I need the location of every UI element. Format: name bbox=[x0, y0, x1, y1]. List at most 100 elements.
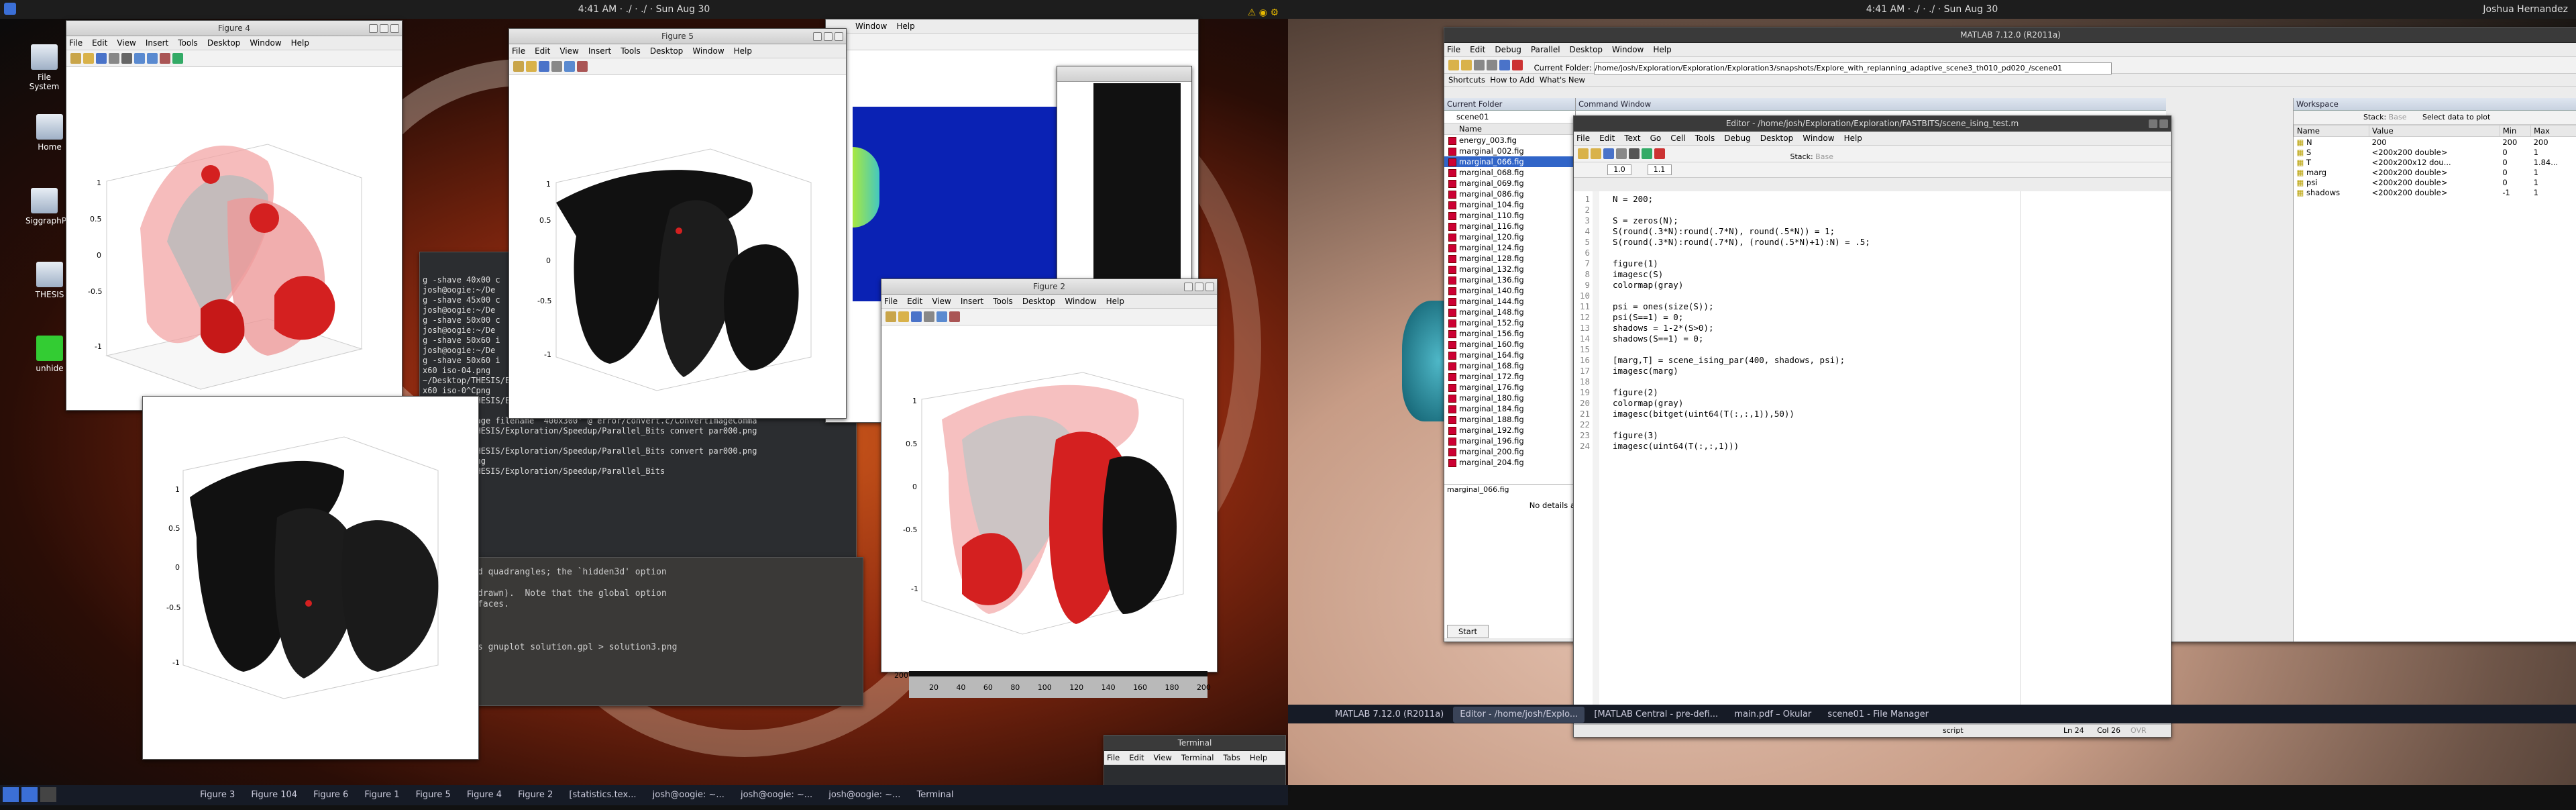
code-line[interactable]: [marg,T] = scene_ising_par(400, shadows,… bbox=[1613, 355, 1870, 366]
workspace-3[interactable] bbox=[40, 787, 56, 802]
file-list-item[interactable]: marginal_196.fig bbox=[1444, 436, 1575, 446]
code-line[interactable] bbox=[1613, 344, 1870, 355]
workspace-stack-select[interactable]: Base bbox=[2389, 113, 2407, 121]
zoom-in-icon[interactable] bbox=[936, 311, 947, 322]
new-file-icon[interactable] bbox=[1578, 148, 1589, 159]
figure5-axes[interactable]: 10.50-0.5-1 bbox=[509, 75, 846, 417]
file-list-item[interactable]: marginal_180.fig bbox=[1444, 393, 1575, 403]
file-list-item[interactable]: marginal_002.fig bbox=[1444, 146, 1575, 156]
maximize-button[interactable] bbox=[380, 24, 388, 33]
code-line[interactable]: imagesc(bitget(uint64(T(:,:,1)),50)) bbox=[1613, 409, 1870, 419]
file-list-item[interactable]: marginal_104.fig bbox=[1444, 199, 1575, 210]
start-button[interactable]: Start bbox=[1447, 625, 1489, 638]
new-figure-icon[interactable] bbox=[885, 311, 896, 322]
open-icon[interactable] bbox=[83, 53, 94, 64]
file-list-item[interactable]: marginal_066.fig bbox=[1444, 156, 1575, 167]
file-list[interactable]: energy_003.figmarginal_002.figmarginal_0… bbox=[1444, 135, 1575, 484]
task-figure4[interactable]: Figure 4 bbox=[460, 787, 508, 803]
close-button[interactable] bbox=[390, 24, 399, 33]
code-line[interactable]: psi(S==1) = 0; bbox=[1613, 312, 1870, 323]
print-icon[interactable] bbox=[551, 61, 562, 72]
figure2-window[interactable]: Figure 2 FileEditViewInsertToolsDesktopW… bbox=[881, 279, 1218, 672]
save-icon[interactable] bbox=[539, 61, 549, 72]
save-icon[interactable] bbox=[1603, 148, 1614, 159]
task-terminal-3[interactable]: josh@oogie: ~... bbox=[822, 787, 907, 803]
file-list-item[interactable]: marginal_120.fig bbox=[1444, 232, 1575, 242]
figure3-axes[interactable]: 10.50-0.5-1 bbox=[143, 397, 478, 759]
editor-window[interactable]: Editor - /home/josh/Exploration/Explorat… bbox=[1573, 115, 2171, 738]
file-list-item[interactable]: marginal_110.fig bbox=[1444, 210, 1575, 221]
workspace-row[interactable]: S<200x200 double>01 bbox=[2294, 147, 2576, 157]
code-line[interactable]: S = zeros(N); bbox=[1613, 215, 1870, 226]
task-statistics-tex[interactable]: [statistics.tex... bbox=[562, 787, 643, 803]
code-line[interactable]: figure(1) bbox=[1613, 258, 1870, 269]
desktop-icon-unhide[interactable]: unhide bbox=[31, 336, 68, 373]
print-icon[interactable] bbox=[924, 311, 934, 322]
desktop-icon-home[interactable]: Home bbox=[31, 114, 68, 152]
code-line[interactable]: colormap(gray) bbox=[1613, 280, 1870, 291]
code-line[interactable]: N = 200; bbox=[1613, 194, 1870, 205]
open-icon[interactable] bbox=[1461, 60, 1472, 70]
print-icon[interactable] bbox=[109, 53, 119, 64]
file-list-item[interactable]: marginal_204.fig bbox=[1444, 457, 1575, 468]
close-button[interactable] bbox=[835, 32, 843, 41]
code-line[interactable]: imagesc(uint64(T(:,:,1))) bbox=[1613, 441, 1870, 452]
apps-menu-icon[interactable] bbox=[4, 3, 16, 15]
code-line[interactable]: imagesc(S) bbox=[1613, 269, 1870, 280]
cell-value-b[interactable]: 1.1 bbox=[1648, 164, 1672, 175]
task-terminal[interactable]: Terminal bbox=[910, 787, 961, 803]
task-figure2[interactable]: Figure 2 bbox=[511, 787, 559, 803]
code-line[interactable]: shadows = 1-2*(S>0); bbox=[1613, 323, 1870, 334]
zoom-in-icon[interactable] bbox=[134, 53, 145, 64]
small-terminal-window[interactable]: Terminal FileEditViewTerminalTabsHelp bbox=[1104, 735, 1286, 787]
breakpoint-icon[interactable] bbox=[1654, 148, 1665, 159]
minimize-button[interactable] bbox=[1184, 283, 1193, 291]
figure3-window[interactable]: 10.50-0.5-1 bbox=[142, 396, 479, 760]
file-list-item[interactable]: energy_003.fig bbox=[1444, 135, 1575, 146]
code-area[interactable]: 123456789101112131415161718192021222324 … bbox=[1574, 191, 2171, 721]
desktop-icon-siggraph[interactable]: SiggraphP... bbox=[25, 188, 63, 225]
current-folder-input[interactable]: /home/josh/Exploration/Exploration/Explo… bbox=[1594, 62, 2112, 74]
file-list-item[interactable]: marginal_168.fig bbox=[1444, 360, 1575, 371]
file-list-item[interactable]: marginal_132.fig bbox=[1444, 264, 1575, 274]
save-icon[interactable] bbox=[96, 53, 107, 64]
code-line[interactable]: imagesc(marg) bbox=[1613, 366, 1870, 376]
data-cursor-icon[interactable] bbox=[172, 53, 183, 64]
workspace-row[interactable]: T<200x200x12 dou...01.84... bbox=[2294, 157, 2576, 167]
task-matlab[interactable]: MATLAB 7.12.0 (R2011a) bbox=[1328, 707, 1450, 723]
figure4-axes[interactable]: 10.50-0.5-1 bbox=[66, 67, 402, 409]
small-terminal-body[interactable] bbox=[1104, 765, 1285, 785]
zoom-in-icon[interactable] bbox=[564, 61, 575, 72]
file-list-item[interactable]: marginal_192.fig bbox=[1444, 425, 1575, 436]
maximize-button[interactable] bbox=[1195, 283, 1203, 291]
panel-clock[interactable]: 4:41 AM · ./ · ./ · Sun Aug 30 bbox=[578, 0, 710, 19]
minimize-button[interactable] bbox=[813, 32, 822, 41]
file-list-item[interactable]: marginal_164.fig bbox=[1444, 350, 1575, 360]
task-terminal-2[interactable]: josh@oogie: ~... bbox=[734, 787, 819, 803]
open-icon[interactable] bbox=[526, 61, 537, 72]
file-list-item[interactable]: marginal_069.fig bbox=[1444, 178, 1575, 189]
code-line[interactable]: colormap(gray) bbox=[1613, 398, 1870, 409]
save-icon[interactable] bbox=[911, 311, 922, 322]
user-menu[interactable]: Joshua Hernandez bbox=[2483, 0, 2568, 19]
workspace-row[interactable]: marg<200x200 double>01 bbox=[2294, 167, 2576, 177]
folder-combo[interactable]: scene01 bbox=[1444, 111, 1575, 123]
code-line[interactable] bbox=[1613, 419, 1870, 430]
minimize-button[interactable] bbox=[369, 24, 378, 33]
background-document[interactable]: d quadrangles; the `hidden3d' optiondraw… bbox=[473, 557, 863, 706]
print-icon[interactable] bbox=[1616, 148, 1627, 159]
file-list-item[interactable]: marginal_160.fig bbox=[1444, 339, 1575, 350]
task-figure5[interactable]: Figure 5 bbox=[409, 787, 458, 803]
file-list-item[interactable]: marginal_068.fig bbox=[1444, 167, 1575, 178]
file-list-item[interactable]: marginal_136.fig bbox=[1444, 274, 1575, 285]
copy-icon[interactable] bbox=[1487, 60, 1497, 70]
figure2-axes[interactable]: 10.50-0.5-1 bbox=[881, 325, 1217, 671]
task-file-manager[interactable]: scene01 - File Manager bbox=[1821, 707, 1935, 723]
how-to-add-link[interactable]: How to Add bbox=[1490, 75, 1534, 85]
file-list-item[interactable]: marginal_156.fig bbox=[1444, 328, 1575, 339]
rotate-icon[interactable] bbox=[160, 53, 170, 64]
code-line[interactable] bbox=[1613, 248, 1870, 258]
workspace-2[interactable] bbox=[21, 787, 38, 802]
file-list-item[interactable]: marginal_124.fig bbox=[1444, 242, 1575, 253]
new-figure-icon[interactable] bbox=[70, 53, 81, 64]
